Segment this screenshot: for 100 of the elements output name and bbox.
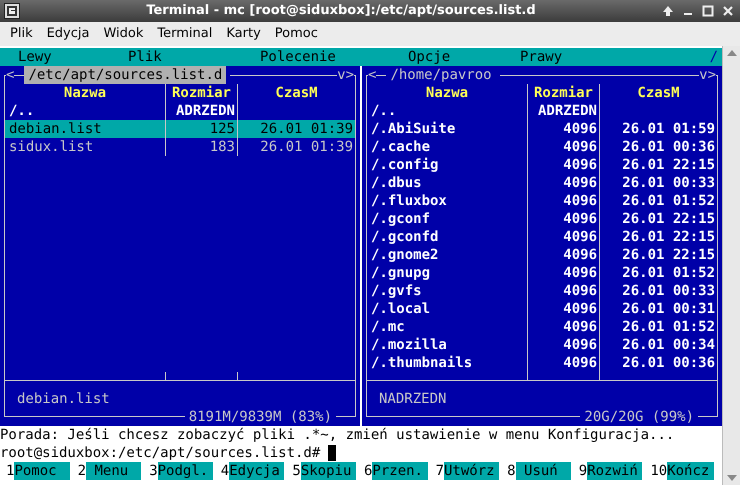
menu-item[interactable]: Lewy xyxy=(18,49,52,65)
menu-item[interactable]: Opcje xyxy=(408,49,450,65)
file-row[interactable]: sidux.list xyxy=(5,138,165,156)
file-row[interactable]: /.. xyxy=(5,102,165,120)
file-row[interactable]: /.local xyxy=(367,300,527,318)
up-arrow-icon[interactable] xyxy=(662,5,674,17)
table-cell: 4096 xyxy=(563,337,597,353)
table-cell: 26.01 00:31 xyxy=(622,301,715,317)
table-cell: 4096 xyxy=(563,139,597,155)
table-cell: ADRZEDN xyxy=(176,103,235,119)
function-key-number: 2 xyxy=(78,462,86,480)
function-key[interactable]: Utwórz xyxy=(444,462,500,480)
table-cell: 26.01 01:52 xyxy=(622,319,715,335)
table-cell: 4096 xyxy=(563,301,597,317)
table-cell: 4096 xyxy=(563,175,597,191)
column-header[interactable]: Rozmiar xyxy=(172,85,231,101)
file-row[interactable]: /.AbiSuite xyxy=(367,120,527,138)
column-header[interactable]: CzasM xyxy=(275,85,318,101)
table-cell: ADRZEDN xyxy=(538,103,597,119)
table-cell: 26.01 01:59 xyxy=(622,121,715,137)
file-row[interactable]: /.gvfs xyxy=(367,282,527,300)
panel-right-mark[interactable]: v> xyxy=(699,66,716,84)
scrollbar[interactable] xyxy=(722,46,740,485)
close-icon[interactable] xyxy=(722,5,734,17)
function-key-number: 9 xyxy=(578,462,588,480)
file-row[interactable]: /.thumbnails xyxy=(367,354,527,372)
table-cell: 26.01 01:39 xyxy=(260,121,353,137)
table-cell: 4096 xyxy=(563,121,597,137)
function-key[interactable]: Rozwiń xyxy=(587,462,642,480)
function-key[interactable]: Edycja xyxy=(229,462,284,480)
table-cell: 26.01 00:36 xyxy=(622,139,715,155)
table-cell: 4096 xyxy=(563,283,597,299)
disk-usage: 20G/20G (99%) xyxy=(583,408,695,426)
mini-status: NADRZEDN xyxy=(379,391,446,407)
table-cell: 26.01 00:33 xyxy=(622,175,715,191)
table-cell: 4096 xyxy=(563,247,597,263)
function-key-number: 5 xyxy=(292,462,301,480)
table-cell: 26.01 01:52 xyxy=(622,193,715,209)
column-header[interactable]: Nazwa xyxy=(426,85,468,101)
table-cell: 4096 xyxy=(563,211,597,227)
file-row[interactable]: /.gnupg xyxy=(367,264,527,282)
function-key-number: 6 xyxy=(364,462,372,480)
table-cell: 26.01 22:15 xyxy=(622,211,715,227)
function-key[interactable]: Kończ xyxy=(667,462,714,480)
panel-right-mark[interactable]: v> xyxy=(337,66,354,84)
menu-item[interactable]: Terminal xyxy=(157,24,212,44)
menu-item[interactable]: Karty xyxy=(226,24,261,44)
function-key-number: 10 xyxy=(650,462,668,480)
table-cell: 26.01 22:15 xyxy=(622,247,715,263)
column-header[interactable]: Rozmiar xyxy=(534,85,593,101)
function-key-number: 1 xyxy=(6,462,14,480)
file-row[interactable]: /.fluxbox xyxy=(367,192,527,210)
file-row[interactable]: /.cache xyxy=(367,138,527,156)
panel-left-mark[interactable]: < xyxy=(6,66,14,84)
terminal-app-icon xyxy=(4,3,20,19)
function-key[interactable]: Skopiu xyxy=(300,462,356,480)
menu-item[interactable]: Plik xyxy=(10,24,33,44)
file-row[interactable]: /.. xyxy=(367,102,527,120)
file-row[interactable]: /.mc xyxy=(367,318,527,336)
menu-item[interactable]: Widok xyxy=(103,24,144,44)
menu-item[interactable]: Edycja xyxy=(46,24,90,44)
table-cell: 4096 xyxy=(563,193,597,209)
panel-path[interactable]: /etc/apt/sources.list.d xyxy=(24,66,226,84)
function-key[interactable]: Menu xyxy=(86,462,142,480)
file-row[interactable]: /.gconf xyxy=(367,210,527,228)
menu-item[interactable]: Polecenie xyxy=(260,49,336,65)
file-row[interactable]: /.config xyxy=(367,156,527,174)
column-header[interactable]: Nazwa xyxy=(64,85,106,101)
file-row[interactable]: /.gnome2 xyxy=(367,246,527,264)
table-cell: 4096 xyxy=(563,229,597,245)
file-row[interactable]: /.mozilla xyxy=(367,336,527,354)
function-key[interactable]: Usuń xyxy=(516,462,571,480)
file-row[interactable]: debian.list xyxy=(5,120,165,138)
function-key-number: 4 xyxy=(220,462,230,480)
table-cell: 4096 xyxy=(563,319,597,335)
menu-item[interactable]: Prawy xyxy=(520,49,562,65)
table-cell: 183 xyxy=(210,139,235,155)
function-key-number: 8 xyxy=(507,462,516,480)
scroll-down-icon[interactable] xyxy=(726,475,736,481)
table-cell: 26.01 00:34 xyxy=(622,337,715,353)
scroll-up-icon[interactable] xyxy=(726,50,736,56)
function-key[interactable]: Podgl. xyxy=(158,462,213,480)
table-cell: 4096 xyxy=(563,355,597,371)
menu-item[interactable]: Plik xyxy=(128,49,162,65)
disk-usage: 8191M/9839M (83%) xyxy=(188,408,333,426)
table-cell: 4096 xyxy=(563,265,597,281)
function-key[interactable]: Przen. xyxy=(372,462,428,480)
file-row[interactable]: /.gconfd xyxy=(367,228,527,246)
maximize-icon[interactable] xyxy=(702,5,714,17)
file-row[interactable]: /.dbus xyxy=(367,174,527,192)
panel-left-mark[interactable]: < xyxy=(368,66,376,84)
panel-path[interactable]: /home/pavroo xyxy=(386,66,496,84)
column-header[interactable]: CzasM xyxy=(637,85,680,101)
mini-status: debian.list xyxy=(17,391,110,407)
text-cursor xyxy=(328,445,336,461)
table-cell: 26.01 22:15 xyxy=(622,229,715,245)
hint-text: Porada: Jeśli chcesz zobaczyć pliki .*~, zmień ustawienie w menu Konfiguracja... xyxy=(0,426,676,444)
function-key[interactable]: Pomoc xyxy=(14,462,70,480)
function-key-number: 3 xyxy=(149,462,158,480)
menu-item[interactable]: Pomoc xyxy=(274,24,318,44)
